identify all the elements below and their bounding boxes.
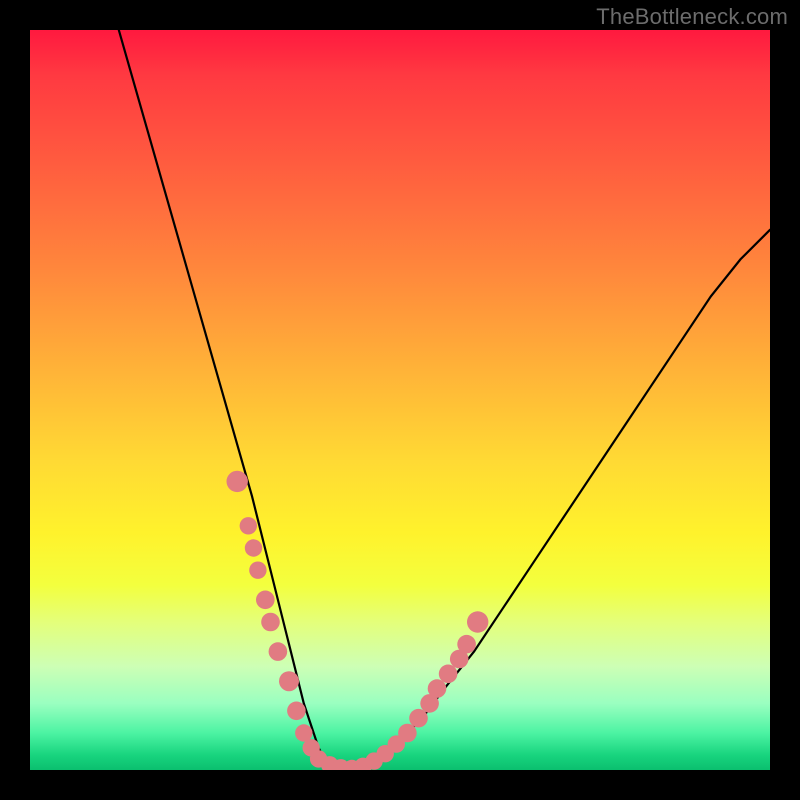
marker-dot xyxy=(279,671,299,691)
marker-dot xyxy=(240,517,257,534)
bottleneck-curve xyxy=(119,30,770,770)
marker-dot xyxy=(467,611,488,632)
marker-dot xyxy=(457,635,476,654)
chart-frame: TheBottleneck.com xyxy=(0,0,800,800)
marker-dot xyxy=(245,539,262,556)
marker-dot xyxy=(269,642,288,661)
curve-layer xyxy=(30,30,770,770)
marker-dot xyxy=(256,591,275,610)
plot-area xyxy=(30,30,770,770)
marker-dot xyxy=(227,471,248,492)
marker-dots-group xyxy=(227,471,489,770)
watermark-text: TheBottleneck.com xyxy=(596,4,788,30)
marker-dot xyxy=(287,702,306,721)
marker-dot xyxy=(295,724,312,741)
marker-dot xyxy=(261,613,280,632)
marker-dot xyxy=(409,709,428,728)
marker-dot xyxy=(249,562,266,579)
marker-dot xyxy=(398,724,417,743)
marker-dot xyxy=(439,665,458,684)
marker-dot xyxy=(428,679,447,698)
